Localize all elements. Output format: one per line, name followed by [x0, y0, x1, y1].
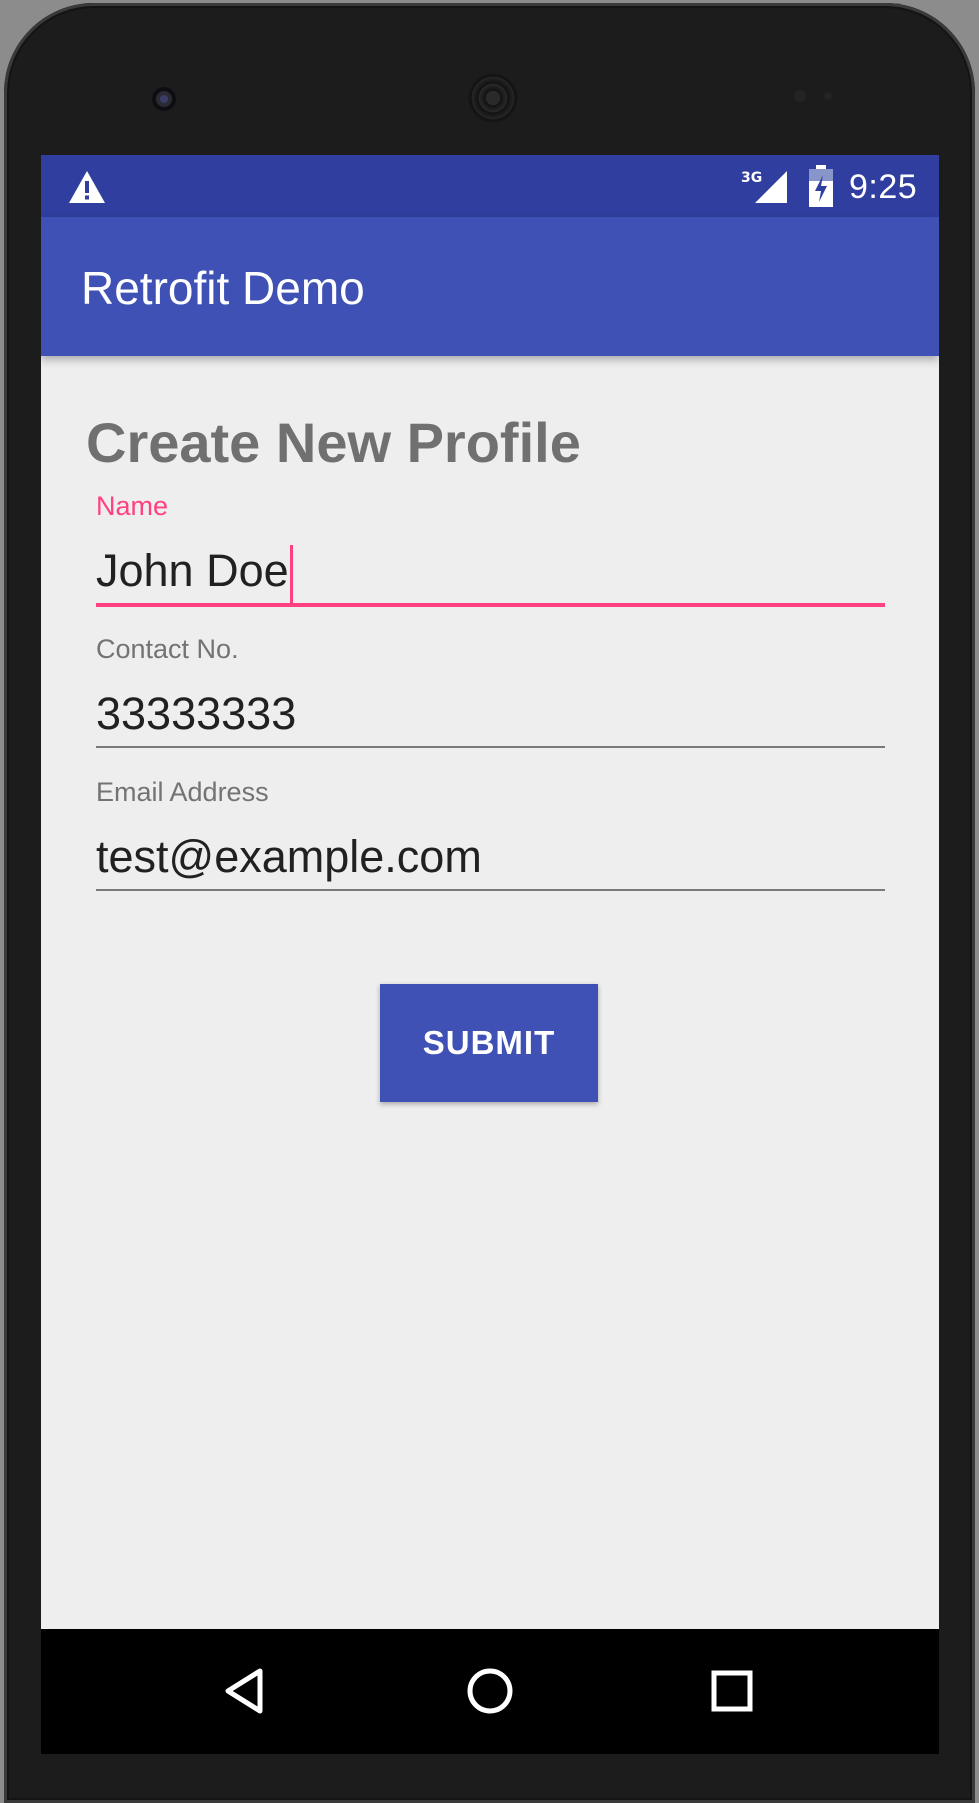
email-field-underline — [96, 889, 885, 891]
status-bar: 3G 9:25 — [41, 155, 939, 217]
light-sensor — [824, 92, 832, 100]
front-camera — [152, 87, 176, 111]
signal-icon: 3G — [741, 170, 787, 203]
app-title: Retrofit Demo — [81, 262, 365, 314]
contact-input[interactable]: 33333333 — [96, 684, 885, 744]
back-icon[interactable] — [216, 1659, 280, 1723]
status-time: 9:25 — [849, 168, 918, 206]
profile-form: Create New Profile Name John Doe Contact… — [41, 356, 939, 1629]
email-input[interactable]: test@example.com — [96, 827, 885, 887]
screen: 3G 9:25 Retrofit Demo Create New Profile… — [41, 155, 939, 1629]
name-input-value: John Doe — [96, 545, 289, 596]
contact-field-underline — [96, 746, 885, 748]
proximity-sensor — [794, 90, 806, 102]
app-bar: Retrofit Demo — [41, 217, 939, 356]
contact-field[interactable]: Contact No. 33333333 — [96, 634, 885, 748]
earpiece-speaker — [468, 73, 518, 123]
email-input-value: test@example.com — [96, 831, 482, 882]
text-cursor — [289, 545, 293, 604]
name-field-underline — [96, 603, 885, 607]
email-field-label: Email Address — [96, 777, 269, 807]
submit-button[interactable]: SUBMIT — [380, 984, 598, 1102]
name-input[interactable]: John Doe — [96, 541, 885, 604]
contact-field-label: Contact No. — [96, 634, 239, 664]
warning-icon — [69, 171, 105, 203]
battery-charging-icon — [809, 165, 833, 207]
navigation-bar — [41, 1629, 939, 1754]
email-field[interactable]: Email Address test@example.com — [96, 777, 885, 891]
name-field[interactable]: Name John Doe — [96, 491, 885, 607]
name-field-label: Name — [96, 491, 169, 521]
home-icon[interactable] — [458, 1659, 522, 1723]
recents-icon[interactable] — [700, 1659, 764, 1723]
network-type-label: 3G — [741, 170, 762, 186]
contact-input-value: 33333333 — [96, 688, 297, 739]
page-title: Create New Profile — [86, 411, 581, 474]
